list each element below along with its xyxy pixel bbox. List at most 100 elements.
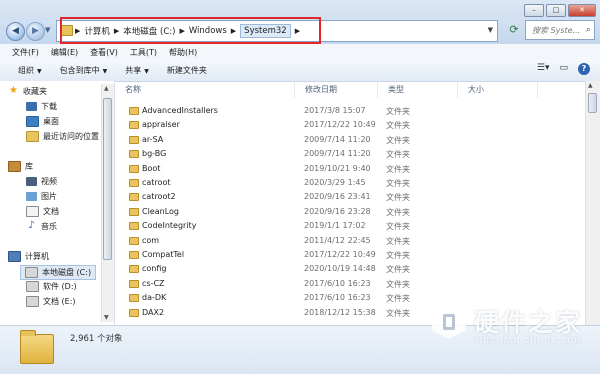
menu-edit[interactable]: 编辑(E) — [51, 47, 78, 58]
share-button[interactable]: 共享 ▼ — [125, 65, 149, 76]
file-list-scrollbar[interactable]: ▲ — [585, 81, 600, 325]
menu-bar: 文件(F) 编辑(E) 查看(V) 工具(T) 帮助(H) — [0, 44, 600, 60]
breadcrumb-separator-icon[interactable]: ▶ — [295, 27, 300, 35]
documents-icon — [26, 206, 39, 217]
maximize-button[interactable]: □ — [546, 4, 566, 17]
menu-file[interactable]: 文件(F) — [12, 47, 39, 58]
navigation-scrollbar[interactable]: ▲ ▼ — [101, 84, 114, 322]
table-row[interactable]: com 2011/4/12 22:45 文件夹 — [115, 234, 585, 248]
file-name: com — [142, 235, 160, 245]
drive-icon — [25, 267, 38, 278]
nav-videos[interactable]: 视频 — [26, 176, 57, 187]
table-row[interactable]: DAX2 2018/12/12 15:38 文件夹 — [115, 306, 585, 320]
scroll-down-icon[interactable]: ▼ — [104, 314, 109, 321]
file-date: 2018/12/12 15:38 — [304, 307, 376, 317]
breadcrumb-separator-icon[interactable]: ▶ — [114, 27, 119, 35]
preview-pane-icon[interactable]: ▭ — [559, 63, 568, 75]
address-history-dropdown-icon[interactable]: ▼ — [488, 26, 493, 34]
breadcrumb-computer[interactable]: 计算机 — [84, 25, 110, 37]
table-row[interactable]: CodeIntegrity 2019/1/1 17:02 文件夹 — [115, 219, 585, 233]
column-header-size[interactable]: 大小 — [458, 81, 538, 98]
column-header-date[interactable]: 修改日期 — [295, 81, 378, 98]
nav-downloads-label: 下载 — [41, 102, 57, 111]
table-row[interactable]: catroot 2020/3/29 1:45 文件夹 — [115, 176, 585, 190]
organize-label: 组织 — [18, 66, 34, 75]
table-row[interactable]: CleanLog 2020/9/16 23:28 文件夹 — [115, 205, 585, 219]
videos-icon — [26, 177, 37, 186]
forward-button[interactable]: ▶ — [26, 22, 45, 41]
chevron-down-icon: ▼ — [144, 68, 149, 75]
file-type: 文件夹 — [386, 121, 410, 131]
menu-help[interactable]: 帮助(H) — [169, 47, 197, 58]
table-row[interactable]: catroot2 2020/9/16 23:41 文件夹 — [115, 190, 585, 204]
file-name: DAX2 — [142, 307, 165, 317]
breadcrumb-drive-c[interactable]: 本地磁盘 (C:) — [123, 25, 175, 37]
scroll-up-icon[interactable]: ▲ — [588, 82, 593, 89]
nav-documents[interactable]: 文档 — [26, 206, 59, 217]
breadcrumb-windows[interactable]: Windows — [189, 26, 227, 36]
menu-view[interactable]: 查看(V) — [90, 47, 118, 58]
breadcrumb-separator-icon[interactable]: ▶ — [179, 27, 184, 35]
nav-downloads[interactable]: 下载 — [26, 101, 57, 112]
menu-tools[interactable]: 工具(T) — [130, 47, 157, 58]
nav-drive-c[interactable]: 本地磁盘 (C:) — [20, 265, 97, 280]
breadcrumb-separator-icon[interactable]: ▶ — [231, 27, 236, 35]
refresh-icon[interactable]: ⟳ — [505, 22, 523, 38]
scrollbar-thumb[interactable] — [588, 93, 597, 113]
nav-drive-e[interactable]: 文档 (E:) — [26, 296, 76, 307]
breadcrumb-separator-icon[interactable]: ▶ — [75, 27, 80, 35]
search-icon[interactable]: ⌕ — [586, 25, 591, 35]
file-name: CleanLog — [142, 206, 179, 216]
folder-icon — [60, 25, 73, 36]
nav-recent[interactable]: 最近访问的位置 — [26, 131, 99, 142]
nav-computer[interactable]: 计算机 — [8, 251, 49, 262]
star-icon: ★ — [9, 85, 18, 96]
table-row[interactable]: CompatTel 2017/12/22 10:49 文件夹 — [115, 248, 585, 262]
downloads-icon — [26, 102, 37, 111]
file-type: 文件夹 — [386, 279, 410, 289]
view-options-icon[interactable]: ☰▾ — [537, 63, 550, 75]
nav-pictures[interactable]: 图片 — [26, 191, 57, 202]
nav-drive-c-label: 本地磁盘 (C:) — [42, 268, 92, 277]
nav-videos-label: 视频 — [41, 177, 57, 186]
nav-pictures-label: 图片 — [41, 192, 57, 201]
search-input[interactable]: 搜索 Syste... ⌕ — [525, 20, 595, 40]
table-row[interactable]: ar-SA 2009/7/14 11:20 文件夹 — [115, 133, 585, 147]
nav-desktop[interactable]: 桌面 — [26, 116, 59, 127]
column-header-name[interactable]: 名称 — [115, 81, 295, 98]
new-folder-button[interactable]: 新建文件夹 — [167, 65, 207, 76]
close-button[interactable]: ✕ — [568, 4, 596, 17]
minimize-button[interactable]: – — [524, 4, 544, 17]
recent-pages-dropdown-icon[interactable]: ▼ — [45, 26, 50, 34]
details-pane: 2,961 个对象 — [0, 325, 600, 374]
nav-libraries[interactable]: 库 — [8, 161, 33, 172]
file-type: 文件夹 — [386, 135, 410, 145]
breadcrumb-system32[interactable]: System32 — [240, 24, 291, 38]
file-name: catroot — [142, 178, 171, 187]
file-date: 2009/7/14 11:20 — [304, 149, 371, 159]
scroll-up-icon[interactable]: ▲ — [104, 85, 109, 92]
back-button[interactable]: ◀ — [6, 22, 25, 41]
music-icon: ♪ — [28, 220, 35, 231]
file-date: 2020/3/29 1:45 — [304, 178, 366, 187]
nav-drive-d[interactable]: 软件 (D:) — [26, 281, 77, 292]
column-header-type[interactable]: 类型 — [378, 81, 458, 98]
scrollbar-thumb[interactable] — [103, 98, 112, 260]
file-name: bg-BG — [142, 149, 167, 159]
desktop-icon — [26, 116, 39, 127]
file-name: config — [142, 264, 167, 274]
help-icon[interactable]: ? — [578, 63, 590, 75]
table-row[interactable]: cs-CZ 2017/6/10 16:23 文件夹 — [115, 277, 585, 291]
nav-favorites[interactable]: ★ 收藏夹 — [8, 86, 47, 97]
table-row[interactable]: config 2020/10/19 14:48 文件夹 — [115, 262, 585, 276]
organize-button[interactable]: 组织 ▼ — [18, 65, 42, 76]
nav-music[interactable]: ♪ 音乐 — [26, 221, 57, 232]
table-row[interactable]: bg-BG 2009/7/14 11:20 文件夹 — [115, 147, 585, 161]
table-row[interactable]: da-DK 2017/6/10 16:23 文件夹 — [115, 291, 585, 305]
table-row[interactable]: appraiser 2017/12/22 10:49 文件夹 — [115, 118, 585, 132]
include-library-button[interactable]: 包含到库中 ▼ — [60, 65, 108, 76]
address-bar[interactable]: ▶ 计算机 ▶ 本地磁盘 (C:) ▶ Windows ▶ System32 ▶… — [56, 20, 498, 42]
nav-music-label: 音乐 — [41, 222, 57, 231]
table-row[interactable]: AdvancedInstallers 2017/3/8 15:07 文件夹 — [115, 104, 585, 118]
table-row[interactable]: Boot 2019/10/21 9:40 文件夹 — [115, 162, 585, 176]
